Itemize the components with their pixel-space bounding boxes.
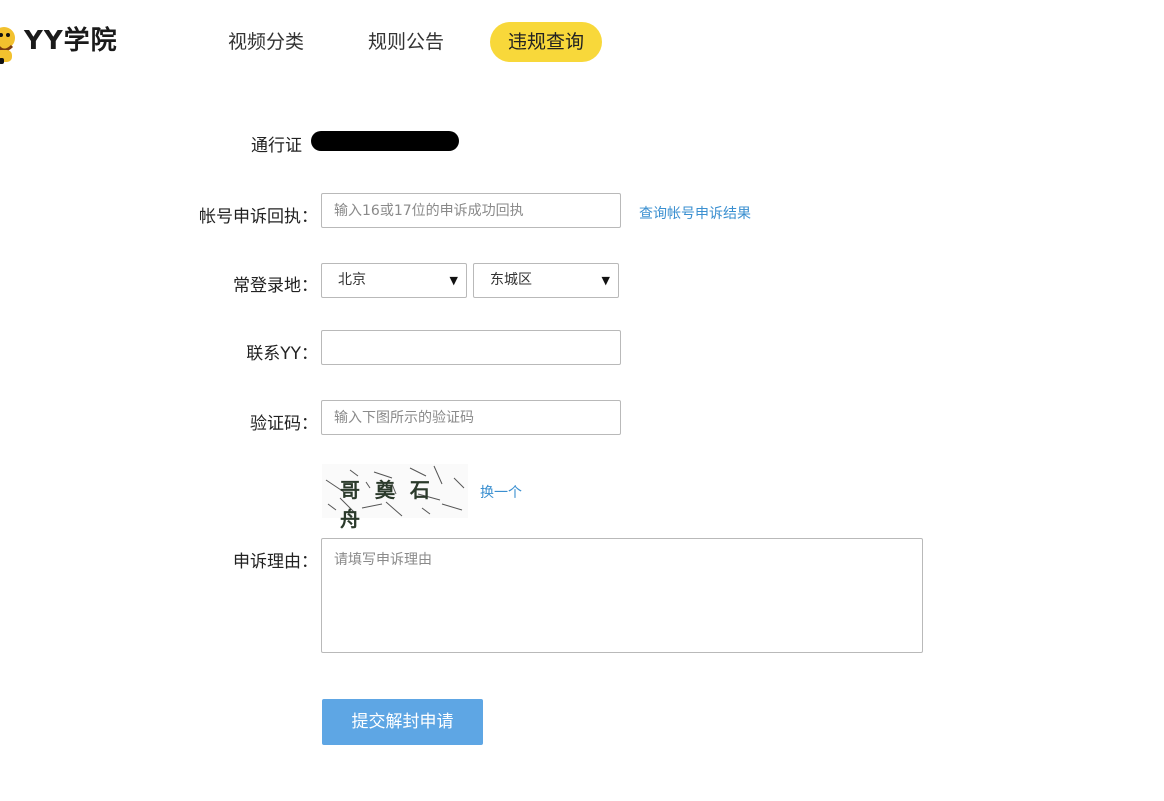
captcha-text: 哥 奠 石 舟: [340, 478, 434, 531]
location-label: 常登录地：: [233, 276, 318, 296]
contact-label: 联系YY：: [246, 344, 318, 364]
nav-violation-query[interactable]: 违规查询: [490, 22, 603, 62]
receipt-input[interactable]: [321, 193, 621, 228]
nav-rules-notice[interactable]: 规则公告: [350, 22, 462, 62]
district-value: 东城区: [490, 272, 532, 288]
mascot-icon: [0, 27, 15, 64]
dropdown-arrow-icon: ▼: [601, 274, 610, 287]
logo[interactable]: YY学院: [0, 18, 140, 68]
submit-unban-button[interactable]: 提交解封申请: [322, 699, 483, 745]
province-select[interactable]: 北京 ▼: [321, 263, 467, 298]
captcha-label: 验证码：: [250, 414, 318, 434]
passport-label: 通行证: [251, 136, 302, 156]
receipt-label: 帐号申诉回执：: [199, 207, 318, 227]
refresh-captcha-link[interactable]: 换一个: [480, 482, 522, 502]
logo-text: YY学院: [24, 26, 118, 56]
reason-label: 申诉理由：: [233, 552, 318, 572]
redacted-passport-value: [311, 131, 459, 151]
reason-textarea[interactable]: [321, 538, 923, 653]
district-select[interactable]: 东城区 ▼: [473, 263, 619, 298]
query-receipt-result-link[interactable]: 查询帐号申诉结果: [639, 203, 751, 223]
captcha-image: 哥 奠 石 舟: [322, 464, 468, 531]
captcha-input[interactable]: [321, 400, 621, 435]
nav-video-category[interactable]: 视频分类: [210, 22, 322, 62]
province-value: 北京: [338, 272, 366, 288]
dropdown-arrow-icon: ▼: [449, 274, 458, 287]
contact-yy-input[interactable]: [321, 330, 621, 365]
